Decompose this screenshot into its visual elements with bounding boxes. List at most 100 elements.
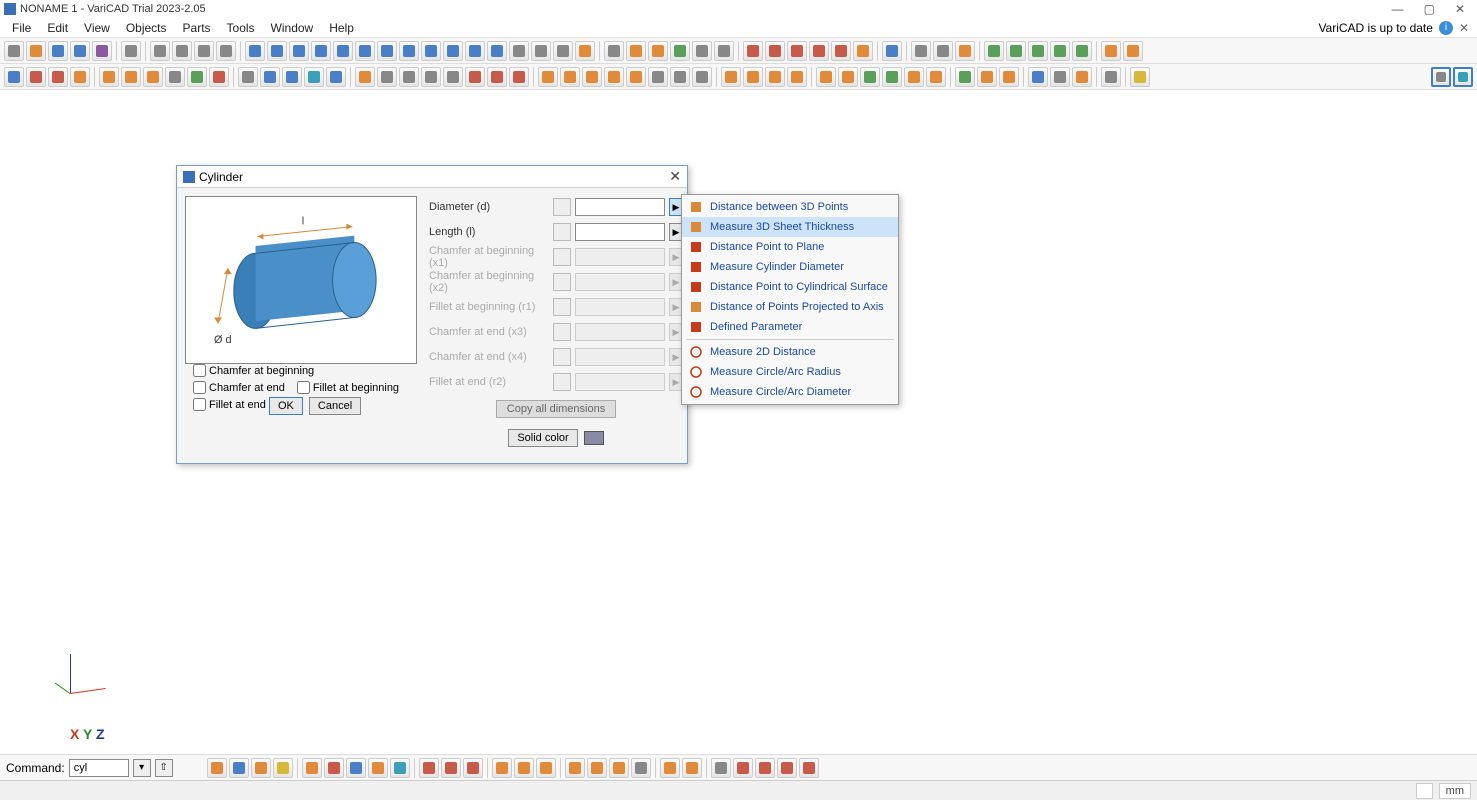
dialog-close-icon[interactable]: ✕ — [669, 168, 681, 185]
tool2-aj-icon[interactable] — [816, 67, 836, 87]
tool-sphere-icon[interactable] — [487, 41, 507, 61]
tool2-aw-icon[interactable] — [1130, 67, 1150, 87]
tool-saveall-icon[interactable] — [70, 41, 90, 61]
tool2-aq-icon[interactable] — [977, 67, 997, 87]
btool-22-icon[interactable] — [711, 758, 731, 778]
tool2-q-icon[interactable] — [377, 67, 397, 87]
copy-dimensions-button[interactable]: Copy all dimensions — [496, 400, 616, 418]
command-dropdown-icon[interactable]: ▾ — [133, 759, 151, 777]
btool-7-icon[interactable] — [346, 758, 366, 778]
tool-nav3-icon[interactable] — [1028, 41, 1048, 61]
btool-2-icon[interactable] — [229, 758, 249, 778]
tool2-m-icon[interactable] — [282, 67, 302, 87]
cancel-button[interactable]: Cancel — [309, 397, 361, 415]
field-icon[interactable] — [553, 198, 571, 216]
menu-edit[interactable]: Edit — [39, 19, 76, 37]
tool2-o-icon[interactable] — [326, 67, 346, 87]
tool-torus-icon[interactable] — [399, 41, 419, 61]
tool-save-icon[interactable] — [48, 41, 68, 61]
ctx-item-5[interactable]: Distance of Points Projected to Axis — [682, 297, 898, 317]
close-button[interactable]: ✕ — [1455, 2, 1465, 16]
tool-dl2-icon[interactable] — [1123, 41, 1143, 61]
ctx-item-2[interactable]: Distance Point to Plane — [682, 237, 898, 257]
tool-nav4-icon[interactable] — [1050, 41, 1070, 61]
btool-14-icon[interactable] — [514, 758, 534, 778]
btool-17-icon[interactable] — [587, 758, 607, 778]
status-close-icon[interactable]: ✕ — [1459, 21, 1469, 35]
tool2-ae-icon[interactable] — [692, 67, 712, 87]
tool-q3-icon[interactable] — [787, 41, 807, 61]
ok-button[interactable]: OK — [269, 397, 303, 415]
tool-q5-icon[interactable] — [831, 41, 851, 61]
tool-nav5-icon[interactable] — [1072, 41, 1092, 61]
tool2-n-icon[interactable] — [304, 67, 324, 87]
tool-open-icon[interactable] — [26, 41, 46, 61]
btool-10-icon[interactable] — [419, 758, 439, 778]
menu-window[interactable]: Window — [263, 19, 322, 37]
btool-9-icon[interactable] — [390, 758, 410, 778]
tool-print-icon[interactable] — [121, 41, 141, 61]
tool2-t-icon[interactable] — [443, 67, 463, 87]
tool-a2-icon[interactable] — [648, 41, 668, 61]
tool-copy-icon[interactable] — [150, 41, 170, 61]
tool-grid-icon[interactable] — [604, 41, 624, 61]
field-icon[interactable] — [553, 223, 571, 241]
tool2-l-icon[interactable] — [260, 67, 280, 87]
tool2-j-icon[interactable] — [209, 67, 229, 87]
tool2-ak-icon[interactable] — [838, 67, 858, 87]
check-chamfer-begin[interactable]: Chamfer at beginning — [193, 364, 314, 377]
command-input[interactable] — [69, 759, 129, 777]
tool-revolve-icon[interactable] — [421, 41, 441, 61]
btool-23-icon[interactable] — [733, 758, 753, 778]
tool-zoom1-icon[interactable] — [911, 41, 931, 61]
tool2-f-icon[interactable] — [121, 67, 141, 87]
btool-1-icon[interactable] — [207, 758, 227, 778]
btool-11-icon[interactable] — [441, 758, 461, 778]
command-share-icon[interactable]: ⇧ — [155, 759, 173, 777]
btool-26-icon[interactable] — [799, 758, 819, 778]
tool2-av-icon[interactable] — [1101, 67, 1121, 87]
tool2-at-icon[interactable] — [1050, 67, 1070, 87]
menu-parts[interactable]: Parts — [175, 19, 219, 37]
btool-6-icon[interactable] — [324, 758, 344, 778]
tool2-y-icon[interactable] — [560, 67, 580, 87]
tool-lib-icon[interactable] — [575, 41, 595, 61]
tool-logo-icon[interactable] — [92, 41, 112, 61]
minimize-button[interactable]: — — [1392, 2, 1404, 16]
tool2-s-icon[interactable] — [421, 67, 441, 87]
field-input[interactable] — [575, 223, 665, 241]
tool2-aa-icon[interactable] — [604, 67, 624, 87]
btool-20-icon[interactable] — [660, 758, 680, 778]
tool2-c-icon[interactable] — [48, 67, 68, 87]
tool2-ai-icon[interactable] — [787, 67, 807, 87]
btool-13-icon[interactable] — [492, 758, 512, 778]
tool-prism-icon[interactable] — [245, 41, 265, 61]
btool-5-icon[interactable] — [302, 758, 322, 778]
dialog-titlebar[interactable]: Cylinder ✕ — [177, 166, 687, 188]
tool-cube-icon[interactable] — [955, 41, 975, 61]
tool-dl1-icon[interactable] — [1101, 41, 1121, 61]
field-input[interactable] — [575, 198, 665, 216]
tool2-w-icon[interactable] — [509, 67, 529, 87]
tool2-am-icon[interactable] — [882, 67, 902, 87]
tool2-a-icon[interactable] — [4, 67, 24, 87]
tool-q4-icon[interactable] — [809, 41, 829, 61]
btool-16-icon[interactable] — [565, 758, 585, 778]
tool-paste-icon[interactable] — [172, 41, 192, 61]
btool-24-icon[interactable] — [755, 758, 775, 778]
tool2-g-icon[interactable] — [143, 67, 163, 87]
tool2-an-icon[interactable] — [904, 67, 924, 87]
tool-helix-icon[interactable] — [553, 41, 573, 61]
tool2-as-icon[interactable] — [1028, 67, 1048, 87]
menu-tools[interactable]: Tools — [219, 19, 263, 37]
tool-cone-icon[interactable] — [355, 41, 375, 61]
tool-new-icon[interactable] — [4, 41, 24, 61]
menu-file[interactable]: File — [4, 19, 39, 37]
tool-3d-icon[interactable] — [1453, 67, 1473, 87]
tool2-ah-icon[interactable] — [765, 67, 785, 87]
menu-help[interactable]: Help — [321, 19, 362, 37]
tool-q2-icon[interactable] — [765, 41, 785, 61]
tool-doc2-icon[interactable] — [216, 41, 236, 61]
tool2-e-icon[interactable] — [99, 67, 119, 87]
ctx-item-4[interactable]: Distance Point to Cylindrical Surface — [682, 277, 898, 297]
